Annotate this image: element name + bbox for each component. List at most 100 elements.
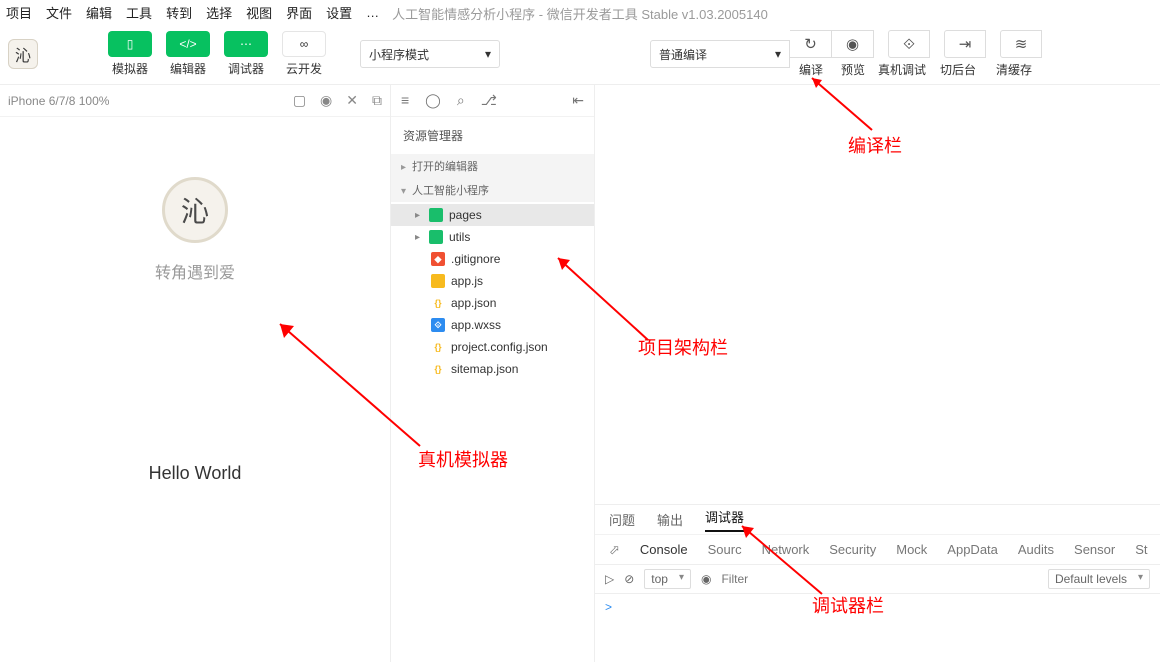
json-icon: {} <box>431 362 445 376</box>
file-appjs[interactable]: app.js <box>391 270 594 292</box>
background-button[interactable]: ⇥ 切后台 <box>930 30 986 78</box>
clear-cache-button[interactable]: ≋ 清缓存 <box>986 30 1042 78</box>
eye-icon: ◉ <box>832 30 874 58</box>
chevron-down-icon: ▾ <box>485 47 491 61</box>
folder-pages[interactable]: ▸pages <box>391 204 594 226</box>
layers-icon: ≋ <box>1000 30 1042 58</box>
editor-pane: 问题 输出 调试器 ⬀ Console Sourc Network Securi… <box>595 84 1160 662</box>
compile-mode-dropdown[interactable]: 普通编译 ▾ <box>650 40 790 68</box>
chevron-down-icon: ▾ <box>775 47 781 61</box>
dbg-tab-more[interactable]: St <box>1135 542 1147 557</box>
levels-selector[interactable]: Default levels <box>1048 569 1150 589</box>
background-icon: ⇥ <box>944 30 986 58</box>
folder-utils[interactable]: ▸utils <box>391 226 594 248</box>
file-sitemap[interactable]: {} sitemap.json <box>391 358 594 380</box>
filter-input[interactable] <box>721 572 1037 586</box>
explorer-pane: ≡ ◯ ⌕ ⎇ ⇤ 资源管理器 打开的编辑器 人工智能小程序 ▸pages ▸u… <box>390 84 595 662</box>
dbg-tab-sensor[interactable]: Sensor <box>1074 542 1115 557</box>
folder-icon <box>429 208 443 222</box>
node-label: pages <box>449 208 482 222</box>
node-label: app.js <box>451 274 483 288</box>
window-title: 人工智能情感分析小程序 - 微信开发者工具 Stable v1.03.20051… <box>0 4 1160 23</box>
dbg-tab-sources[interactable]: Sourc <box>708 542 742 557</box>
editor-label: 编辑器 <box>170 60 206 77</box>
realdevice-icon: ⟐ <box>888 30 930 58</box>
simulator-label: 模拟器 <box>112 60 148 77</box>
mode-label: 小程序模式 <box>369 46 429 63</box>
compile-btn-label: 编译 <box>799 61 823 78</box>
search-icon[interactable]: ⌕ <box>457 92 465 109</box>
inspect-icon[interactable]: ⬀ <box>609 542 620 558</box>
real-device-button[interactable]: ⟐ 真机调试 <box>874 30 930 78</box>
bug-icon: ⋯ <box>224 31 268 57</box>
wxss-icon: ⟐ <box>431 318 445 332</box>
console-body[interactable]: > <box>595 594 1160 662</box>
tab-problems[interactable]: 问题 <box>609 510 635 529</box>
clear-icon[interactable]: ⊘ <box>624 572 634 586</box>
file-appjson[interactable]: {} app.json <box>391 292 594 314</box>
device-selector[interactable]: iPhone 6/7/8 100% <box>8 94 109 108</box>
file-gitignore[interactable]: ◆.gitignore <box>391 248 594 270</box>
tab-debugger[interactable]: 调试器 <box>705 507 744 532</box>
dbg-tab-console[interactable]: Console <box>640 542 688 557</box>
js-icon <box>431 274 445 288</box>
file-tree: ▸pages ▸utils ◆.gitignore app.js {} app.j… <box>391 202 594 382</box>
debugger-tabstrip: ⬀ Console Sourc Network Security Mock Ap… <box>595 534 1160 564</box>
context-selector[interactable]: top <box>644 569 691 589</box>
json-icon: {} <box>431 296 445 310</box>
file-appwxss[interactable]: ⟐ app.wxss <box>391 314 594 336</box>
toolbar: 沁 ▯ 模拟器 </> 编辑器 ⋯ 调试器 ∞ 云开发 小程序模式 ▾ 普通编译… <box>0 24 1160 84</box>
tab-output[interactable]: 输出 <box>657 510 683 529</box>
node-label: .gitignore <box>451 252 500 266</box>
bottom-tabstrip: 问题 输出 调试器 <box>595 504 1160 534</box>
code-icon: </> <box>166 31 210 57</box>
preview-button[interactable]: ◉ 预览 <box>832 30 874 78</box>
real-btn-label: 真机调试 <box>878 61 926 78</box>
node-label: sitemap.json <box>451 362 518 376</box>
node-label: project.config.json <box>451 340 548 354</box>
compile-mode-label: 普通编译 <box>659 46 707 63</box>
target-icon[interactable]: ◯ <box>425 92 441 109</box>
device-icon[interactable]: ▢ <box>293 92 306 109</box>
avatar-icon: 沁 <box>162 177 228 243</box>
collapse-icon[interactable]: ⇤ <box>572 92 584 109</box>
explorer-title: 资源管理器 <box>391 117 594 154</box>
dbg-tab-appdata[interactable]: AppData <box>947 542 998 557</box>
simulator-pane: iPhone 6/7/8 100% ▢ ◉ ✕ ⧉ 沁 转角遇到爱 Hello … <box>0 84 390 662</box>
mode-dropdown[interactable]: 小程序模式 ▾ <box>360 40 500 68</box>
list-icon[interactable]: ≡ <box>401 92 409 109</box>
refresh-icon: ↻ <box>790 30 832 58</box>
file-projectconfig[interactable]: {} project.config.json <box>391 336 594 358</box>
debugger-label: 调试器 <box>228 60 264 77</box>
eye-icon[interactable]: ◉ <box>701 572 711 586</box>
compile-button[interactable]: ↻ 编译 <box>790 30 832 78</box>
project-section[interactable]: 人工智能小程序 <box>391 178 594 202</box>
nickname-text: 转角遇到爱 <box>155 259 235 283</box>
open-editors-section[interactable]: 打开的编辑器 <box>391 154 594 178</box>
simulator-button[interactable]: ▯ 模拟器 <box>108 31 152 77</box>
mute-icon[interactable]: ✕ <box>346 92 358 109</box>
editor-button[interactable]: </> 编辑器 <box>166 31 210 77</box>
hello-text: Hello World <box>149 463 242 484</box>
project-logo-icon: 沁 <box>8 39 38 69</box>
dbg-tab-security[interactable]: Security <box>829 542 876 557</box>
branch-icon[interactable]: ⎇ <box>481 92 497 109</box>
cloud-icon: ∞ <box>282 31 326 57</box>
phone-icon: ▯ <box>108 31 152 57</box>
play-icon[interactable]: ▷ <box>605 572 614 586</box>
clear-btn-label: 清缓存 <box>996 61 1032 78</box>
node-label: app.json <box>451 296 496 310</box>
dbg-tab-mock[interactable]: Mock <box>896 542 927 557</box>
dbg-tab-audits[interactable]: Audits <box>1018 542 1054 557</box>
popout-icon[interactable]: ⧉ <box>372 92 382 109</box>
cloud-label: 云开发 <box>286 60 322 77</box>
json-icon: {} <box>431 340 445 354</box>
record-icon[interactable]: ◉ <box>320 92 332 109</box>
bg-btn-label: 切后台 <box>940 61 976 78</box>
preview-btn-label: 预览 <box>841 61 865 78</box>
node-label: app.wxss <box>451 318 501 332</box>
dbg-tab-network[interactable]: Network <box>762 542 810 557</box>
node-label: utils <box>449 230 470 244</box>
debugger-button[interactable]: ⋯ 调试器 <box>224 31 268 77</box>
cloud-button[interactable]: ∞ 云开发 <box>282 31 326 77</box>
